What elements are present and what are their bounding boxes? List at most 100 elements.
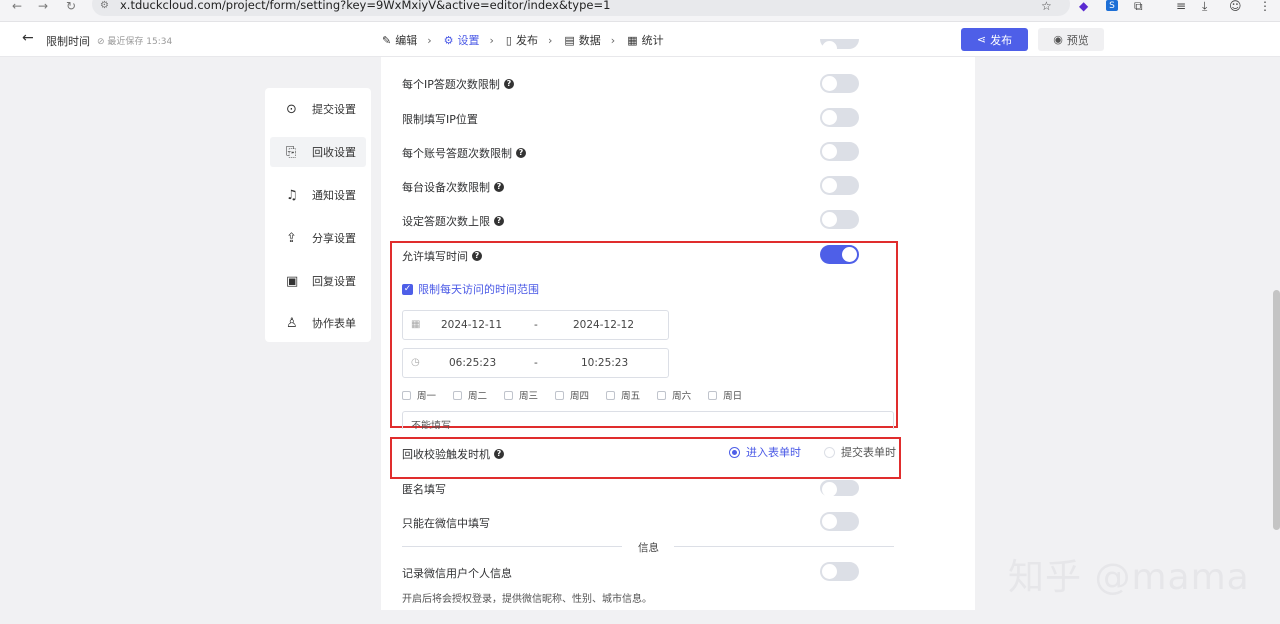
setting-wechat-only: 只能在微信中填写	[402, 517, 490, 530]
setting-max-answers: 设定答题次数上限?	[402, 213, 504, 229]
checkbox-icon	[504, 390, 514, 400]
settings-menu: ⊙ 提交设置 ⎘ 回收设置 ♫ 通知设置 ⇪ 分享设置 ▣ 回复设置 ♙ 协作表单	[265, 88, 371, 342]
app-header: ← 限制时间 ⊘ 最近保存 15:34 ✎ 编辑 › ⚙ 设置 › ▯ 发布 › ▤ 数…	[0, 22, 1280, 57]
checkbox-icon	[402, 390, 411, 400]
weekday-sat[interactable]: 周六	[657, 388, 691, 402]
download-icon[interactable]: ⤓	[1202, 0, 1207, 12]
menu-item-share-settings[interactable]: ⇪ 分享设置	[270, 223, 366, 253]
recycle-icon: ⎘	[286, 144, 297, 160]
checkbox-icon	[606, 390, 616, 400]
step-publish[interactable]: ▯ 发布	[506, 32, 538, 48]
share-icon: ⋖	[976, 33, 987, 46]
checkbox-icon	[708, 390, 718, 400]
radio-enter-form[interactable]: 进入表单时	[729, 444, 801, 460]
reload-icon[interactable]: ↻	[66, 0, 76, 12]
chevron-right-icon: ›	[427, 33, 432, 47]
calendar-icon: ▦	[411, 319, 421, 330]
forward-icon[interactable]: →	[38, 0, 48, 12]
toggle-allow-time[interactable]	[820, 245, 859, 264]
preview-button[interactable]: ◉ 预览	[1038, 28, 1104, 51]
step-settings[interactable]: ⚙ 设置	[444, 32, 480, 48]
date-range-picker[interactable]: ▦ 2024-12-11 - 2024-12-12	[402, 310, 669, 340]
chevron-right-icon: ›	[489, 33, 494, 47]
help-icon[interactable]: ?	[472, 251, 482, 261]
setting-allow-time: 允许填写时间?	[402, 248, 482, 264]
step-edit[interactable]: ✎ 编辑	[382, 32, 417, 48]
bookmark-star-icon[interactable]: ☆	[1041, 0, 1052, 12]
toggle-wechat-only[interactable]	[820, 512, 859, 531]
profile-avatar-icon[interactable]: ☺	[1229, 0, 1242, 12]
playlist-icon[interactable]: ≡	[1176, 0, 1186, 12]
setting-trigger: 回收校验触发时机?	[402, 446, 504, 462]
check-circle-icon: ⊙	[286, 101, 297, 117]
toggle-ip-limit[interactable]	[820, 74, 859, 93]
weekday-tue[interactable]: 周二	[453, 388, 487, 402]
weekday-checkboxes: 周一 周二 周三 周四 周五 周六 周日	[402, 388, 759, 402]
browser-toolbar: ← → ↻ ⚙ x.tduckcloud.com/project/form/se…	[0, 0, 1280, 22]
checkbox-icon	[657, 390, 667, 400]
record-wechat-description: 开启后将会授权登录，提供微信昵称、性别、城市信息。	[402, 594, 652, 605]
form-title: 限制时间	[46, 35, 90, 48]
toggle-ip-location[interactable]	[820, 108, 859, 127]
url-text[interactable]: x.tduckcloud.com/project/form/setting?ke…	[120, 0, 610, 11]
menu-item-submit-settings[interactable]: ⊙ 提交设置	[270, 94, 366, 124]
weekday-thu[interactable]: 周四	[555, 388, 589, 402]
radio-submit-form[interactable]: 提交表单时	[824, 444, 896, 460]
setting-account-limit: 每个账号答题次数限制?	[402, 145, 526, 161]
help-icon[interactable]: ?	[503, 79, 514, 89]
weekday-fri[interactable]: 周五	[606, 388, 640, 402]
help-icon[interactable]: ?	[494, 182, 504, 192]
daily-range-checkbox[interactable]: ✓ 限制每天访问的时间范围	[402, 281, 539, 297]
divider-line	[402, 546, 622, 547]
data-icon: ▤	[564, 33, 575, 47]
step-stats[interactable]: ▦ 统计	[627, 32, 663, 48]
toggle-account-limit[interactable]	[820, 142, 859, 161]
gear-icon: ⚙	[443, 33, 454, 47]
radio-icon	[824, 446, 835, 458]
weekday-sun[interactable]: 周日	[708, 388, 742, 402]
scrollbar[interactable]	[1273, 290, 1280, 530]
menu-item-reply-settings[interactable]: ▣ 回复设置	[270, 266, 366, 296]
toggle-device-limit[interactable]	[820, 176, 859, 195]
toggle-anonymous[interactable]	[820, 480, 859, 497]
menu-item-notify-settings[interactable]: ♫ 通知设置	[270, 180, 366, 210]
clock-icon: ◷	[411, 357, 420, 368]
checkbox-icon	[555, 390, 565, 400]
toggle-partial[interactable]	[820, 39, 859, 56]
bell-icon: ♫	[286, 187, 298, 203]
share-upload-icon: ⇪	[286, 230, 297, 246]
publish-button[interactable]: ⋖ 发布	[961, 28, 1028, 51]
extension-icon[interactable]: ◆	[1079, 0, 1088, 12]
time-range-picker[interactable]: ◷ 06:25:23 - 10:25:23	[402, 348, 669, 378]
site-info-icon[interactable]: ⚙	[100, 0, 109, 12]
chevron-right-icon: ›	[547, 33, 553, 47]
reply-icon: ▣	[286, 273, 299, 289]
weekday-wed[interactable]: 周三	[504, 388, 538, 402]
checkbox-checked-icon: ✓	[402, 283, 413, 295]
edit-icon: ✎	[382, 33, 392, 47]
step-data[interactable]: ▤ 数据	[564, 32, 600, 48]
extension-s-icon[interactable]: S	[1106, 0, 1118, 11]
menu-item-collab-form[interactable]: ♙ 协作表单	[270, 308, 366, 338]
chevron-right-icon: ›	[610, 33, 616, 47]
setting-anonymous: 匿名填写	[402, 483, 446, 496]
back-arrow-icon[interactable]: ←	[22, 30, 34, 46]
publish-icon: ▯	[505, 33, 512, 47]
users-icon: ♙	[286, 315, 298, 331]
cannot-fill-input[interactable]: 不能填写	[402, 411, 894, 429]
save-status: ⊘ 最近保存 15:34	[97, 37, 173, 47]
puzzle-icon[interactable]: ⧉	[1134, 0, 1143, 12]
help-icon[interactable]: ?	[494, 216, 504, 226]
divider-line	[674, 546, 894, 547]
menu-dots-icon[interactable]: ⋮	[1259, 0, 1271, 12]
menu-item-recycle-settings[interactable]: ⎘ 回收设置	[270, 137, 366, 167]
step-nav: ✎ 编辑 › ⚙ 设置 › ▯ 发布 › ▤ 数据 › ▦ 统计	[382, 32, 664, 48]
weekday-mon[interactable]: 周一	[402, 388, 436, 402]
toggle-record-wechat[interactable]	[820, 562, 859, 581]
help-icon[interactable]: ?	[516, 148, 526, 158]
back-icon[interactable]: ←	[12, 0, 22, 12]
help-icon[interactable]: ?	[494, 449, 504, 459]
stats-icon: ▦	[627, 33, 638, 47]
setting-device-limit: 每台设备次数限制?	[402, 179, 504, 195]
toggle-max-answers[interactable]	[820, 210, 859, 229]
